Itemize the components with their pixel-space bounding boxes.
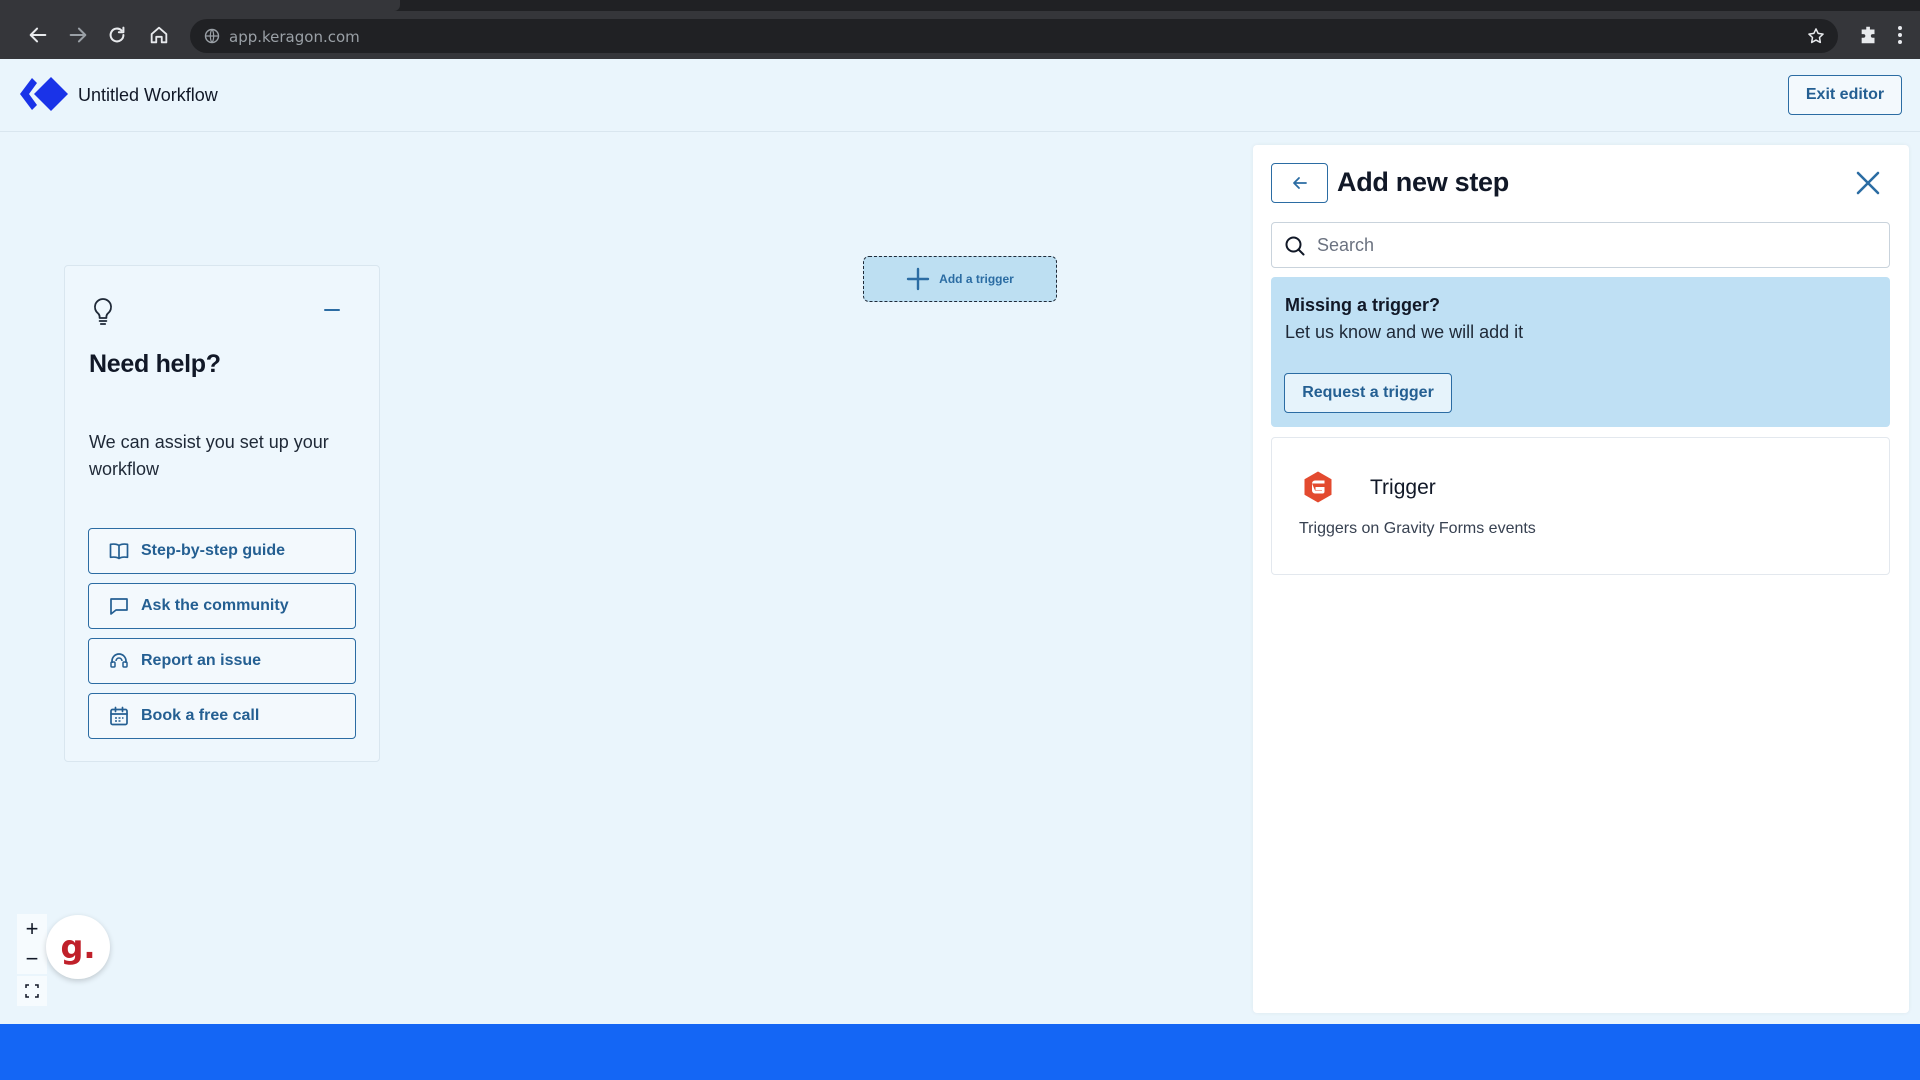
step-by-step-guide-button[interactable]: Step-by-step guide xyxy=(88,528,356,574)
workflow-title[interactable]: Untitled Workflow xyxy=(78,85,218,106)
forward-icon[interactable] xyxy=(65,22,91,48)
add-step-panel: Add new step Missing a trigger? Let us k… xyxy=(1253,145,1909,1013)
tab-strip xyxy=(0,0,1920,11)
calendar-icon xyxy=(108,705,130,727)
missing-trigger-banner: Missing a trigger? Let us know and we wi… xyxy=(1271,277,1890,427)
app-header: Untitled Workflow Exit editor xyxy=(0,59,1920,132)
search-field[interactable] xyxy=(1271,222,1890,268)
minimize-icon[interactable] xyxy=(323,301,341,319)
ask-community-button[interactable]: Ask the community xyxy=(88,583,356,629)
home-icon[interactable] xyxy=(146,22,172,48)
browser-chrome: app.keragon.com xyxy=(0,0,1920,59)
zoom-out-button[interactable]: − xyxy=(17,944,47,974)
gravity-forms-icon xyxy=(1304,471,1332,503)
report-issue-button[interactable]: Report an issue xyxy=(88,638,356,684)
trigger-description: Triggers on Gravity Forms events xyxy=(1299,520,1536,537)
panel-back-button[interactable] xyxy=(1271,163,1328,203)
book-free-call-label: Book a free call xyxy=(141,707,260,724)
missing-trigger-subtitle: Let us know and we will add it xyxy=(1285,322,1524,342)
help-description: We can assist you set up your workflow xyxy=(89,432,329,479)
gravity-forms-trigger-card[interactable]: Trigger Triggers on Gravity Forms events xyxy=(1271,437,1890,575)
step-by-step-guide-label: Step-by-step guide xyxy=(141,542,286,559)
help-title: Need help? xyxy=(89,350,221,378)
bottom-bar xyxy=(0,1024,1920,1080)
report-issue-label: Report an issue xyxy=(141,652,262,669)
arrow-left-icon xyxy=(1292,177,1307,189)
globe-icon xyxy=(204,28,220,44)
puzzle-icon[interactable] xyxy=(1858,24,1880,46)
book-icon xyxy=(108,540,130,562)
add-trigger-label: Add a trigger xyxy=(939,272,1014,286)
back-icon[interactable] xyxy=(25,22,51,48)
panel-title: Add new step xyxy=(1337,167,1509,197)
reload-icon[interactable] xyxy=(104,22,130,48)
zoom-out-icon: − xyxy=(25,946,39,971)
chat-bubble-icon xyxy=(108,595,130,617)
missing-trigger-title: Missing a trigger? xyxy=(1285,295,1441,315)
ask-community-label: Ask the community xyxy=(141,597,289,614)
keragon-logo-icon[interactable] xyxy=(18,75,70,113)
plus-icon xyxy=(906,267,930,291)
search-icon xyxy=(1285,236,1305,256)
headset-icon xyxy=(108,650,130,672)
exit-editor-button[interactable]: Exit editor xyxy=(1788,75,1902,115)
trigger-name: Trigger xyxy=(1370,476,1436,499)
help-card: Need help? We can assist you set up your… xyxy=(64,265,380,762)
kebab-menu-icon[interactable] xyxy=(1893,24,1907,46)
url-text[interactable]: app.keragon.com xyxy=(229,28,360,46)
request-trigger-button[interactable]: Request a trigger xyxy=(1284,373,1452,413)
add-trigger-node[interactable]: Add a trigger xyxy=(863,256,1057,302)
book-free-call-button[interactable]: Book a free call xyxy=(88,693,356,739)
fit-view-button[interactable] xyxy=(17,976,47,1006)
fullscreen-icon xyxy=(25,984,39,998)
zoom-in-button[interactable]: + xyxy=(17,914,47,944)
search-input[interactable] xyxy=(1317,223,1877,267)
active-tab[interactable] xyxy=(0,0,400,11)
zoom-in-icon: + xyxy=(25,916,39,941)
close-icon[interactable] xyxy=(1853,168,1883,198)
g-assistant-badge[interactable]: g. xyxy=(46,915,110,979)
lightbulb-icon xyxy=(94,298,112,325)
address-bar[interactable]: app.keragon.com xyxy=(190,19,1838,53)
bookmark-star-icon[interactable] xyxy=(1806,26,1826,46)
